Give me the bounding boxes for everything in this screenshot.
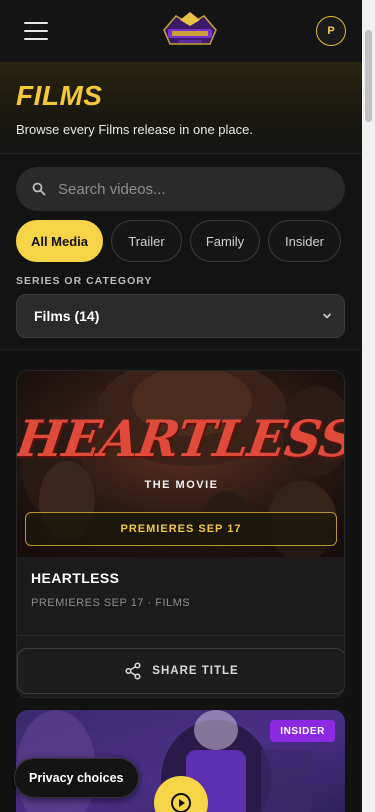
video-title[interactable]: HEARTLESS (31, 570, 119, 586)
hamburger-menu-icon[interactable] (24, 22, 48, 40)
chip-all-media[interactable]: All Media (16, 220, 103, 262)
chip-family[interactable]: Family (190, 220, 260, 262)
chip-insider[interactable]: Insider (268, 220, 341, 262)
poster-title: HEARTLESS (17, 409, 345, 468)
share-title-label: SHARE TITLE (152, 665, 239, 677)
insider-badge: INSIDER (270, 720, 335, 742)
card-divider (17, 635, 344, 636)
brand-logo[interactable] (158, 10, 222, 52)
play-icon (171, 793, 191, 812)
scrollbar[interactable] (362, 0, 375, 812)
search-input[interactable] (58, 180, 318, 198)
series-label: SERIES OR CATEGORY (16, 275, 153, 287)
page-subtitle: Browse every Films release in one place. (16, 122, 253, 137)
scrollbar-thumb[interactable] (365, 30, 372, 122)
poster-subtitle: THE MOVIE (144, 479, 219, 491)
filter-panel: All Media Trailer Family Insider SERIES … (0, 154, 362, 350)
page: P FILMS Browse every Films release in on… (0, 0, 362, 812)
user-avatar[interactable]: P (316, 16, 346, 46)
page-header: FILMS Browse every Films release in one … (0, 62, 362, 154)
share-title-button[interactable]: SHARE TITLE (17, 648, 344, 694)
search-bar[interactable] (16, 167, 345, 211)
video-list: HEARTLESS THE MOVIE PREMIERES SEP 17 HEA… (0, 350, 362, 812)
video-card[interactable]: HEARTLESS THE MOVIE PREMIERES SEP 17 HEA… (16, 370, 345, 698)
series-select-value: Films (14) (34, 308, 100, 324)
poster-image[interactable]: HEARTLESS THE MOVIE PREMIERES SEP 17 (17, 371, 345, 557)
top-bar: P (0, 0, 362, 62)
share-icon (125, 662, 141, 680)
premiere-badge: PREMIERES SEP 17 (25, 512, 337, 546)
chip-trailer[interactable]: Trailer (111, 220, 182, 262)
series-select[interactable]: Films (14) (16, 294, 345, 338)
page-title: FILMS (16, 80, 103, 111)
privacy-choices-button[interactable]: Privacy choices (14, 758, 139, 798)
media-type-chips: All Media Trailer Family Insider (16, 220, 341, 262)
video-meta: PREMIERES SEP 17 · FILMS (31, 597, 191, 609)
chevron-down-icon (323, 313, 331, 319)
search-icon (32, 182, 46, 196)
